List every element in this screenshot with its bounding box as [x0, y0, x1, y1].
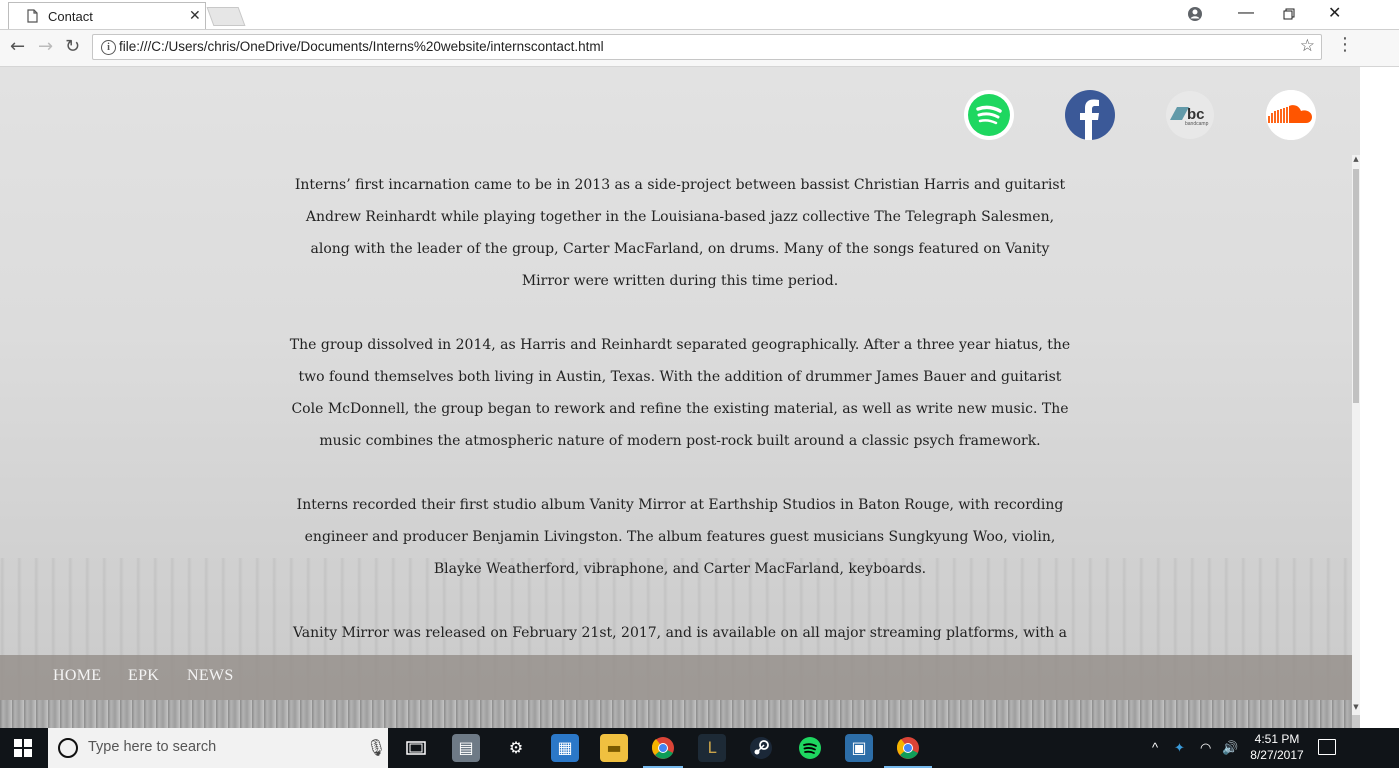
- wifi-icon[interactable]: ◠: [1200, 740, 1211, 756]
- nav-news-link[interactable]: NEWS: [187, 667, 234, 685]
- tab-contact[interactable]: Contact ✕: [8, 2, 206, 29]
- file-explorer-icon[interactable]: ▬: [600, 734, 628, 762]
- taskbar: Type here to search 🎙 ▤ ⚙ ▦ ▬ L ▣ ^ ✦ ◠ …: [0, 728, 1399, 768]
- close-window-icon[interactable]: ✕: [1328, 3, 1341, 23]
- clock-time: 4:51 PM: [1254, 732, 1300, 746]
- app-icon[interactable]: ▣: [845, 734, 873, 762]
- profile-icon[interactable]: [1187, 6, 1203, 22]
- taskbar-search[interactable]: Type here to search 🎙: [48, 728, 388, 768]
- action-center-icon[interactable]: [1318, 739, 1336, 755]
- nav-epk-link[interactable]: EPK: [128, 667, 159, 685]
- page-icon: [27, 9, 38, 23]
- bandcamp-icon[interactable]: bc bandcamp: [1165, 90, 1215, 140]
- search-placeholder[interactable]: Type here to search: [88, 739, 216, 755]
- tray-chevron-icon[interactable]: ^: [1152, 740, 1158, 755]
- league-icon[interactable]: L: [698, 734, 726, 762]
- url-text[interactable]: file:///C:/Users/chris/OneDrive/Document…: [119, 39, 604, 54]
- store-icon[interactable]: ▦: [551, 734, 579, 762]
- volume-icon[interactable]: 🔊: [1222, 740, 1238, 756]
- bio-paragraph-1: Interns’ first incarnation came to be in…: [294, 177, 1066, 289]
- steam-icon[interactable]: [747, 734, 775, 762]
- clock-date: 8/27/2017: [1250, 748, 1304, 762]
- tab-title: Contact: [48, 8, 93, 24]
- monitor-app-icon[interactable]: ▤: [452, 734, 480, 762]
- microphone-icon[interactable]: 🎙: [366, 738, 386, 757]
- bio-paragraph-3: Interns recorded their first studio albu…: [296, 497, 1064, 577]
- scroll-up-icon[interactable]: ▲: [1352, 155, 1360, 163]
- footer-nav: HOME EPK NEWS: [0, 655, 1352, 700]
- task-view-icon[interactable]: [402, 734, 430, 762]
- reload-icon[interactable]: ↻: [65, 36, 80, 57]
- browser-toolbar: ← → ↻ i file:///C:/Users/chris/OneDrive/…: [0, 30, 1399, 67]
- forward-icon[interactable]: →: [38, 36, 53, 57]
- cortana-icon[interactable]: [58, 738, 78, 758]
- bio-paragraph-4: Vanity Mirror was released on February 2…: [292, 625, 1068, 641]
- svg-text:bandcamp: bandcamp: [1185, 121, 1209, 127]
- chrome-window-icon[interactable]: [894, 734, 922, 762]
- background-strip: [0, 700, 1352, 728]
- clock[interactable]: 4:51 PM 8/27/2017: [1243, 731, 1311, 763]
- spotify-icon[interactable]: [964, 90, 1014, 140]
- dropbox-icon[interactable]: ✦: [1174, 740, 1185, 756]
- page-viewport: bc bandcamp Interns’ first incarnation c…: [0, 67, 1360, 728]
- scroll-thumb[interactable]: [1353, 169, 1359, 403]
- bio-content: Interns’ first incarnation came to be in…: [285, 169, 1075, 681]
- back-icon[interactable]: ←: [10, 36, 25, 57]
- nav-home-link[interactable]: HOME: [53, 667, 101, 685]
- settings-gear-icon[interactable]: ⚙: [502, 734, 530, 762]
- minimize-icon[interactable]: —: [1238, 4, 1254, 22]
- restore-icon[interactable]: [1283, 8, 1295, 20]
- bio-paragraph-2: The group dissolved in 2014, as Harris a…: [289, 337, 1071, 449]
- soundcloud-icon[interactable]: [1266, 90, 1316, 140]
- spotify-taskbar-icon[interactable]: [796, 734, 824, 762]
- menu-icon[interactable]: ⋮: [1336, 36, 1354, 54]
- scroll-down-icon[interactable]: ▼: [1352, 703, 1360, 711]
- windows-start-icon[interactable]: [14, 739, 32, 757]
- chrome-icon[interactable]: [649, 734, 677, 762]
- address-bar[interactable]: i file:///C:/Users/chris/OneDrive/Docume…: [92, 34, 1322, 60]
- info-icon[interactable]: i: [101, 40, 116, 55]
- bookmark-star-icon[interactable]: ☆: [1300, 36, 1315, 56]
- tab-strip: Contact ✕ — ✕: [0, 0, 1399, 30]
- page-scrollbar[interactable]: ▲ ▼: [1352, 155, 1360, 715]
- close-tab-icon[interactable]: ✕: [189, 8, 201, 24]
- facebook-icon[interactable]: [1065, 90, 1115, 140]
- new-tab-button[interactable]: [206, 7, 246, 26]
